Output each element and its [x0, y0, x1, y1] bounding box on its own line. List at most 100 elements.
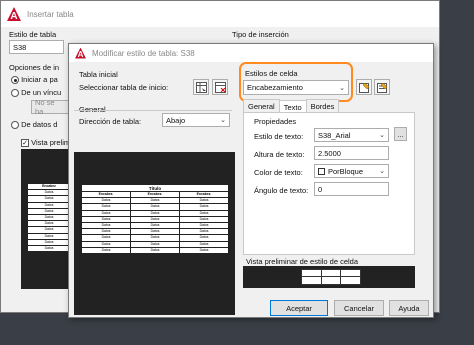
preview-table-row: Datos Datos Datos: [81, 215, 229, 223]
initial-table-label: Tabla inicial: [79, 70, 118, 79]
text-tab-panel: Propiedades Estilo de texto: S38_Arial ⌄…: [243, 112, 415, 255]
select-start-table-button[interactable]: [193, 79, 209, 95]
link-select-value: No se ha: [35, 98, 55, 116]
insert-table-title: Insertar tabla: [27, 9, 74, 19]
modify-style-titlebar: A Modificar estilo de tabla: S38: [69, 44, 433, 62]
manage-cell-styles-button[interactable]: [374, 79, 390, 95]
new-cell-style-button[interactable]: [356, 79, 372, 95]
chevron-down-icon: ⌄: [339, 84, 345, 92]
text-color-select[interactable]: PorBloque ⌄: [314, 164, 389, 178]
text-style-value: S38_Arial: [318, 130, 351, 140]
cell-style-select[interactable]: Encabezamiento ⌄: [243, 80, 349, 95]
text-color-value-wrap: PorBloque: [318, 167, 363, 176]
properties-label: Propiedades: [254, 117, 297, 126]
text-height-input[interactable]: 2.5000: [314, 146, 389, 160]
radio-from-link[interactable]: De un víncu: [11, 88, 62, 98]
accept-button[interactable]: Aceptar: [270, 300, 328, 316]
table-direction-select[interactable]: Abajo ⌄: [162, 113, 230, 127]
back-table-preview: Encabez Datos Datos Datos Datos Datos Datos Dat…: [21, 149, 71, 289]
preview-table-row: Datos Datos Datos: [81, 209, 229, 217]
color-swatch-icon: [318, 167, 325, 175]
preview-checkbox[interactable]: ✓: [21, 139, 29, 148]
modify-style-title: Modificar estilo de tabla: S38: [92, 48, 195, 58]
back-preview-row: Datos: [27, 244, 71, 253]
preview-table-row: Datos Datos Datos: [81, 240, 229, 248]
preview-table-row: Datos Datos Datos: [81, 234, 229, 242]
back-table-preview-rows: Encabez Datos Datos Datos Datos Datos Datos Dat…: [27, 182, 71, 253]
preview-table-cell: Datos: [130, 246, 180, 254]
table-direction-value: Abajo: [166, 115, 186, 125]
cell-styles-label: Estilos de celda: [245, 69, 298, 78]
table-style-label: Estilo de tabla: [9, 30, 57, 39]
preview-table-cell: Datos: [81, 246, 131, 254]
autocad-logo-icon: A: [75, 47, 86, 59]
insert-table-titlebar: A Insertar tabla: [1, 1, 439, 27]
cell-style-tabs: General Texto Bordes: [243, 99, 340, 114]
radio-start-empty[interactable]: Iniciar a pa: [11, 75, 58, 85]
cell-preview-cell: [341, 277, 360, 284]
table-select-icon: [195, 81, 207, 93]
radio-from-link-label: De un víncu: [21, 88, 62, 97]
manage-cell-styles-icon: [376, 82, 387, 93]
cell-style-preview: [243, 266, 415, 288]
text-color-label: Color de texto:: [254, 168, 303, 177]
cell-style-preview-box: [301, 269, 361, 285]
back-preview-table: Encabez Datos Datos Datos Datos Datos Datos Dat…: [27, 182, 71, 253]
table-remove-icon: [214, 81, 226, 93]
table-style-select[interactable]: S38: [9, 40, 64, 54]
preview-table-header-row: Encabez. Encabez. Encabez.: [81, 190, 229, 199]
cell-preview-cell: [341, 270, 360, 276]
radio-from-data-button[interactable]: [11, 121, 19, 130]
tab-bordes[interactable]: Bordes: [305, 99, 340, 113]
help-button[interactable]: Ayuda: [389, 300, 429, 316]
preview-table-row: Datos Datos Datos: [81, 203, 229, 211]
radio-start-empty-label: Iniciar a pa: [21, 75, 58, 84]
text-style-select[interactable]: S38_Arial ⌄: [314, 128, 389, 142]
remove-start-table-button[interactable]: [212, 79, 228, 95]
preview-table: Título Encabez. Encabez. Encabez. Datos Dato…: [81, 184, 229, 254]
new-cell-style-icon: [358, 82, 369, 93]
cell-preview-label: Vista preliminar de estilo de celda: [246, 257, 359, 266]
preview-table-cell: Datos: [179, 246, 229, 254]
cancel-button[interactable]: Cancelar: [334, 300, 384, 316]
cell-preview-cell: [302, 277, 322, 284]
preview-checkbox-label: Vista prelimi: [31, 138, 72, 147]
tab-general[interactable]: General: [243, 99, 280, 113]
radio-from-link-button[interactable]: [11, 89, 19, 98]
preview-table-row: Datos Datos Datos: [81, 197, 229, 205]
text-angle-value: 0: [318, 184, 323, 194]
text-angle-input[interactable]: 0: [314, 182, 389, 196]
cell-preview-cell: [322, 270, 342, 276]
radio-from-data[interactable]: De datos d: [11, 120, 58, 130]
preview-table-row: Datos Datos Datos: [81, 246, 229, 254]
insert-options-label: Opciones de in: [9, 63, 60, 72]
link-select: No se ha: [31, 98, 69, 116]
table-style-preview-content: Título Encabez. Encabez. Encabez. Datos Dato…: [81, 184, 229, 254]
modify-table-style-dialog: A Modificar estilo de tabla: S38 Tabla i…: [68, 43, 434, 318]
radio-from-data-label: De datos d: [21, 120, 58, 129]
select-start-table-label: Seleccionar tabla de inicio:: [79, 83, 169, 92]
chevron-down-icon: ⌄: [379, 132, 385, 139]
radio-start-empty-button[interactable]: [11, 76, 19, 85]
preview-checkbox-row[interactable]: ✓ Vista prelimi: [21, 138, 72, 148]
table-style-preview: Título Encabez. Encabez. Encabez. Datos Dato…: [74, 152, 235, 315]
text-height-label: Altura de texto:: [254, 150, 305, 159]
general-separator: [74, 110, 232, 111]
cell-preview-cell: [302, 270, 322, 276]
text-style-label: Estilo de texto:: [254, 132, 304, 141]
cell-style-value: Encabezamiento: [247, 83, 303, 92]
preview-table-row: Datos Datos Datos: [81, 221, 229, 230]
table-direction-label: Dirección de tabla:: [79, 117, 142, 126]
back-preview-cell: Datos: [27, 244, 71, 253]
preview-table-row: Datos Datos Datos: [81, 228, 229, 236]
text-color-value: PorBloque: [328, 166, 364, 176]
cell-preview-top-row: [302, 270, 360, 277]
cell-preview-bottom-row: [302, 277, 360, 284]
text-angle-label: Ángulo de texto:: [254, 186, 309, 195]
text-style-browse-button[interactable]: ...: [394, 127, 407, 141]
preview-table-title: Título: [81, 184, 229, 192]
insert-type-label: Tipo de inserción: [232, 30, 289, 39]
text-height-value: 2.5000: [318, 148, 341, 158]
cell-preview-cell: [322, 277, 342, 284]
autocad-logo-icon: A: [7, 7, 21, 21]
